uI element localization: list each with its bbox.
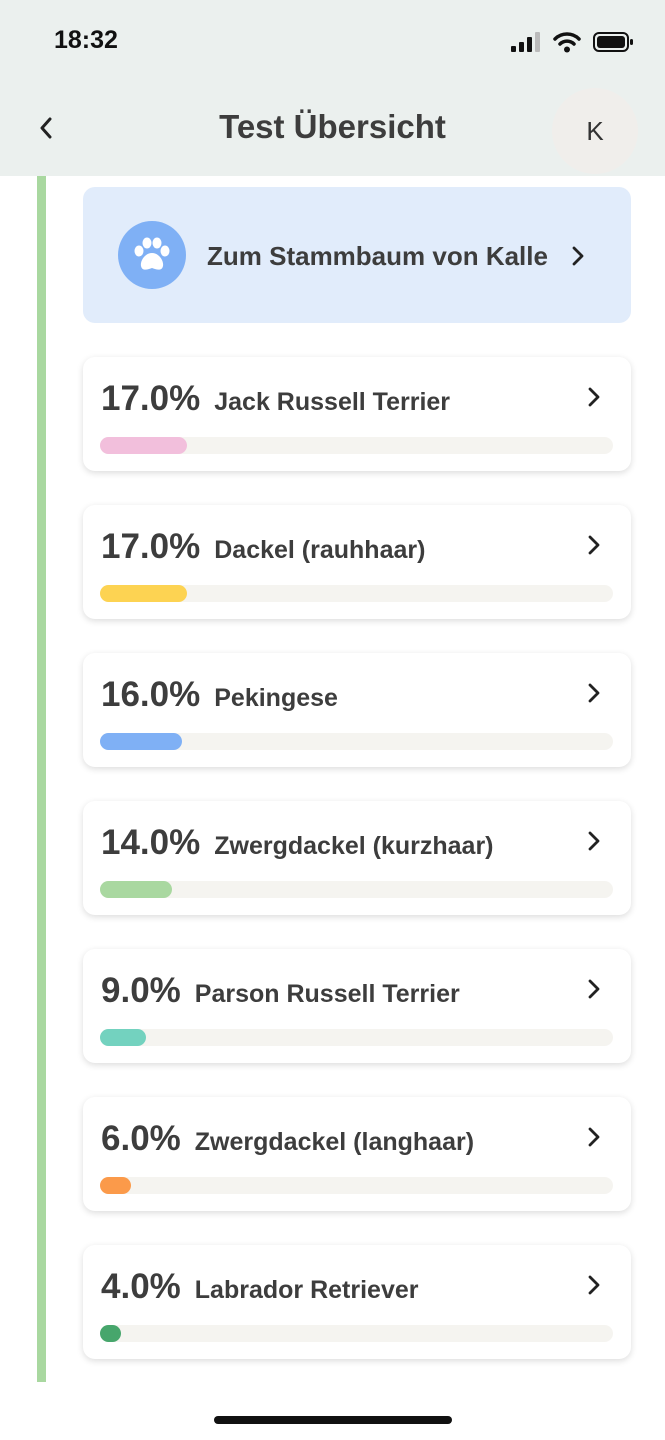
chevron-right-icon (588, 979, 600, 999)
breed-name: Parson Russell Terrier (194, 980, 460, 1008)
breed-percentage: 17.0% (101, 379, 201, 418)
breed-name: Jack Russell Terrier (214, 388, 451, 416)
breed-header: 6.0% Zwergdackel (langhaar) (101, 1119, 571, 1159)
breed-card[interactable]: 14.0% Zwergdackel (kurzhaar) (83, 801, 631, 915)
breed-progress-track (100, 1325, 613, 1342)
wifi-icon (553, 32, 581, 53)
breed-card[interactable]: 4.0% Labrador Retriever (83, 1245, 631, 1359)
signal-icon (511, 32, 540, 52)
pedigree-link-card[interactable]: Zum Stammbaum von Kalle (83, 187, 631, 323)
breed-progress-fill (100, 1325, 121, 1342)
breed-progress-fill (100, 1029, 146, 1046)
breed-progress-fill (100, 1177, 131, 1194)
app-header: 18:32 Test Übersicht K (0, 0, 665, 176)
breed-progress-fill (100, 585, 187, 602)
breed-progress-track (100, 1177, 613, 1194)
breed-progress-fill (100, 881, 172, 898)
breed-header: 14.0% Zwergdackel (kurzhaar) (101, 823, 571, 863)
breed-name: Dackel (rauhhaar) (214, 536, 426, 564)
breed-progress-track (100, 733, 613, 750)
breed-header: 17.0% Jack Russell Terrier (101, 379, 571, 419)
breed-progress-track (100, 437, 613, 454)
breed-card[interactable]: 17.0% Jack Russell Terrier (83, 357, 631, 471)
breed-card[interactable]: 6.0% Zwergdackel (langhaar) (83, 1097, 631, 1211)
breed-progress-track (100, 881, 613, 898)
breed-percentage: 9.0% (101, 971, 181, 1010)
breed-name: Zwergdackel (langhaar) (194, 1128, 475, 1156)
breed-header: 9.0% Parson Russell Terrier (101, 971, 571, 1011)
breed-percentage: 6.0% (101, 1119, 181, 1158)
timeline-bar (37, 176, 46, 1382)
status-icons (511, 30, 633, 54)
status-time: 18:32 (54, 26, 118, 54)
breed-percentage: 14.0% (101, 823, 201, 862)
breed-name: Labrador Retriever (194, 1276, 419, 1304)
breed-header: 16.0% Pekingese (101, 675, 571, 715)
breed-header: 4.0% Labrador Retriever (101, 1267, 571, 1307)
breed-progress-fill (100, 733, 182, 750)
breed-progress-track (100, 1029, 613, 1046)
paw-icon (118, 221, 186, 289)
breed-percentage: 16.0% (101, 675, 201, 714)
breed-progress-track (100, 585, 613, 602)
chevron-right-icon (588, 535, 600, 555)
chevron-right-icon (588, 387, 600, 407)
chevron-right-icon (588, 683, 600, 703)
chevron-right-icon (588, 1275, 600, 1295)
breed-list: 17.0% Jack Russell Terrier 17.0% Dackel … (83, 357, 631, 1393)
breed-name: Zwergdackel (kurzhaar) (214, 832, 494, 860)
chevron-right-icon (572, 246, 584, 266)
breed-card[interactable]: 17.0% Dackel (rauhhaar) (83, 505, 631, 619)
breed-name: Pekingese (214, 684, 338, 712)
home-indicator[interactable] (214, 1416, 452, 1424)
breed-percentage: 4.0% (101, 1267, 181, 1306)
breed-header: 17.0% Dackel (rauhhaar) (101, 527, 571, 567)
battery-icon (593, 32, 633, 52)
avatar[interactable]: K (552, 88, 638, 174)
breed-card[interactable]: 16.0% Pekingese (83, 653, 631, 767)
pedigree-link-label: Zum Stammbaum von Kalle (207, 241, 548, 271)
breed-card[interactable]: 9.0% Parson Russell Terrier (83, 949, 631, 1063)
chevron-right-icon (588, 1127, 600, 1147)
breed-progress-fill (100, 437, 187, 454)
breed-percentage: 17.0% (101, 527, 201, 566)
chevron-right-icon (588, 831, 600, 851)
